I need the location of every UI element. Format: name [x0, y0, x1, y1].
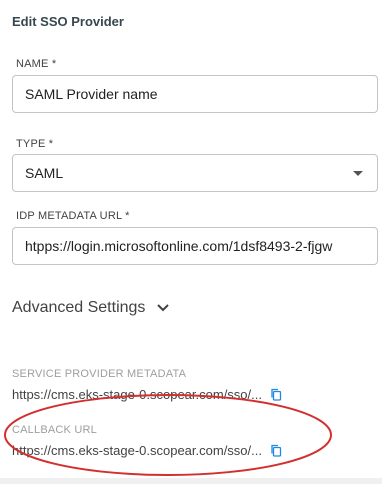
type-select-value: SAML [25, 165, 64, 181]
callback-url-row: https://cms.eks-stage-0.scopear.com/sso/… [12, 443, 282, 458]
copy-icon[interactable] [270, 444, 282, 457]
callback-url-value: https://cms.eks-stage-0.scopear.com/sso/… [12, 443, 262, 458]
service-provider-metadata-row: https://cms.eks-stage-0.scopear.com/sso/… [12, 387, 282, 402]
idp-metadata-url-container[interactable] [12, 227, 378, 265]
panel-title: Edit SSO Provider [12, 14, 124, 29]
copy-icon[interactable] [270, 388, 282, 401]
name-field-container[interactable] [12, 75, 378, 113]
callback-url-label: CALLBACK URL [12, 424, 97, 436]
type-select[interactable]: SAML [12, 154, 378, 192]
service-provider-metadata-value: https://cms.eks-stage-0.scopear.com/sso/… [12, 387, 262, 402]
idp-metadata-url-label: IDP METADATA URL * [16, 210, 130, 222]
bottom-divider [0, 478, 382, 484]
idp-metadata-url-input[interactable] [13, 228, 377, 264]
name-label: NAME * [16, 58, 57, 70]
advanced-settings-toggle[interactable]: Advanced Settings [12, 299, 171, 317]
type-label: TYPE * [16, 138, 54, 150]
name-input[interactable] [13, 76, 377, 112]
service-provider-metadata-label: SERVICE PROVIDER METADATA [12, 368, 187, 380]
dropdown-caret-icon[interactable] [353, 171, 363, 176]
chevron-down-icon[interactable] [155, 300, 171, 316]
advanced-settings-label: Advanced Settings [12, 299, 146, 316]
